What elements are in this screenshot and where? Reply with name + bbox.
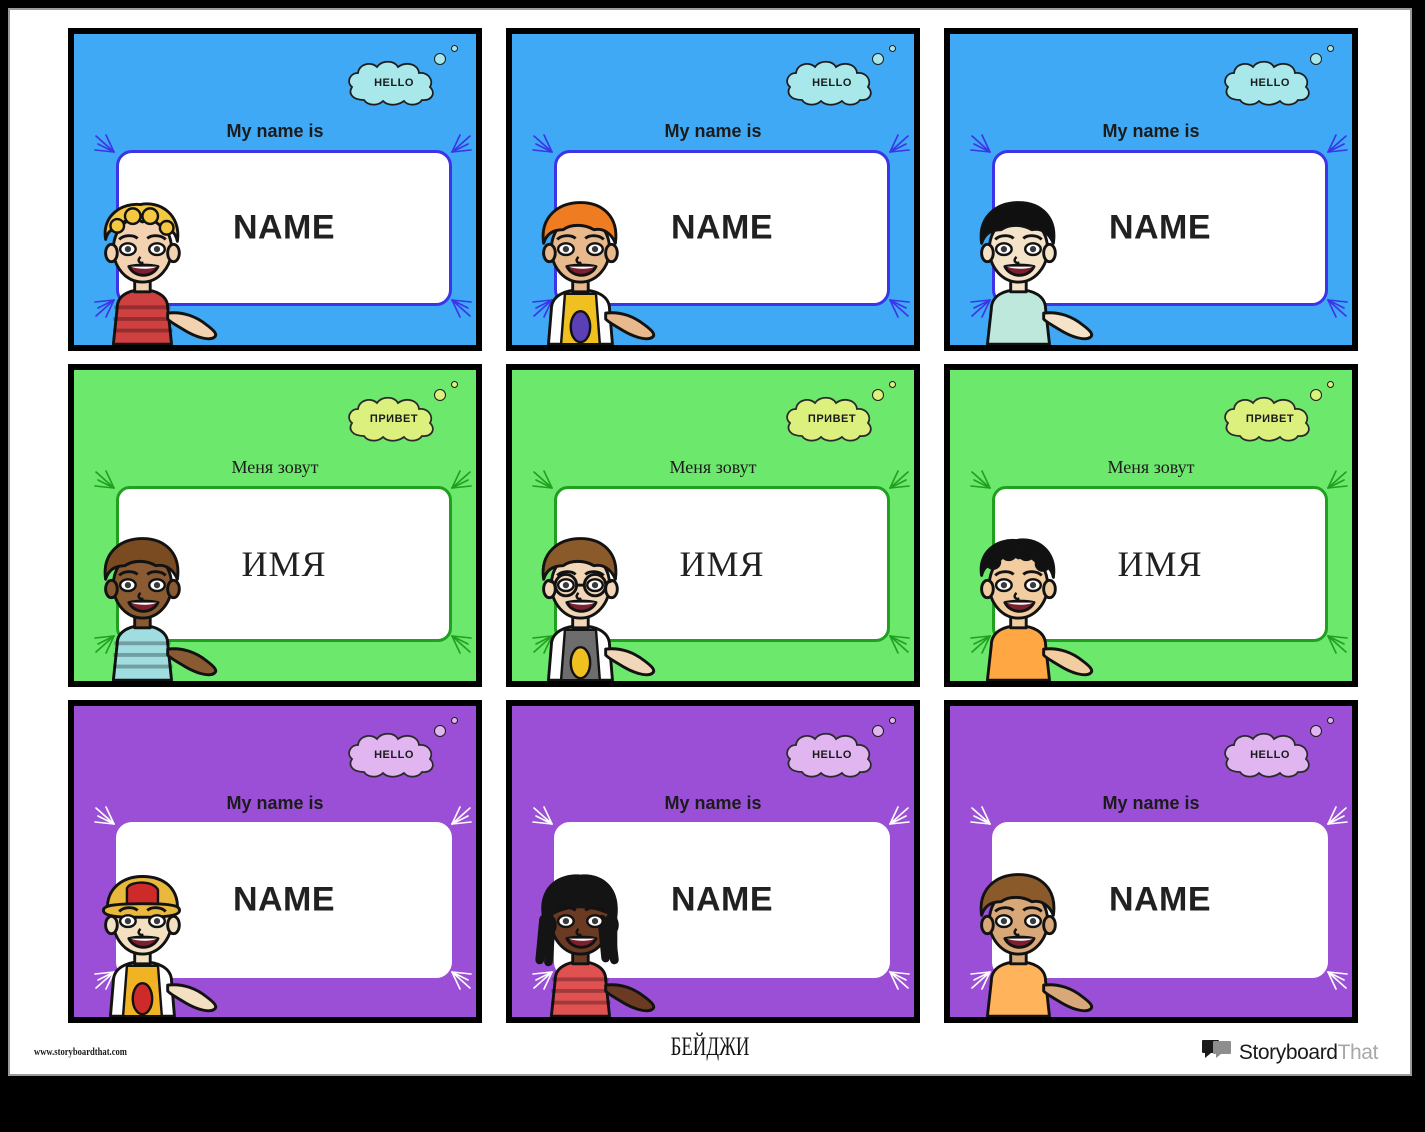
prompt-label: Меня зовут [669, 457, 757, 477]
thought-dot-small [889, 45, 896, 52]
blond-curly-boy-avatar [82, 189, 232, 345]
thought-dot-small [1327, 45, 1334, 52]
greeting-text: HELLO [374, 77, 414, 89]
name-badge-card[interactable]: ПРИВЕТ Меня зовут ИМЯ [944, 364, 1358, 687]
thought-bubble: ПРИВЕТ [1220, 380, 1336, 452]
greeting-text: HELLO [1250, 749, 1290, 761]
prompt-label: My name is [1102, 793, 1200, 813]
thought-bubble: HELLO [344, 44, 460, 116]
greeting-text: HELLO [812, 77, 852, 89]
thought-dot-small [889, 381, 896, 388]
thought-bubble: HELLO [782, 716, 898, 788]
brown-hair-boy-avatar [958, 861, 1108, 1017]
greeting-text: ПРИВЕТ [369, 413, 419, 425]
thought-bubble: HELLO [1220, 716, 1336, 788]
name-badge-card[interactable]: HELLO My name is NAME [68, 700, 482, 1023]
prompt-label: My name is [226, 793, 324, 813]
prompt-label: My name is [664, 121, 762, 141]
prompt-label: My name is [1102, 121, 1200, 141]
greeting-text: ПРИВЕТ [807, 413, 857, 425]
thought-dot-small [451, 717, 458, 724]
logo-wordmark: StoryboardThat [1238, 1041, 1379, 1064]
greeting-text: HELLO [374, 749, 414, 761]
thought-dot-small [451, 45, 458, 52]
name-badge-card[interactable]: ПРИВЕТ Меня зовут ИМЯ [68, 364, 482, 687]
worksheet-page: HELLO My name is NAME HELLO My name is NAME HE… [8, 8, 1412, 1076]
thought-bubble: ПРИВЕТ [344, 380, 460, 452]
logo-text-storyboard: Storyboard [1238, 1041, 1338, 1064]
cap-boy-jersey-avatar [82, 861, 232, 1017]
site-url-text: www.storyboardthat.com [34, 1046, 127, 1058]
glasses-boy-jersey-avatar [520, 525, 670, 681]
dreadlocks-girl-avatar [520, 861, 670, 1017]
name-badge-card[interactable]: HELLO My name is NAME [68, 28, 482, 351]
curly-black-hair-boy-avatar [958, 525, 1108, 681]
name-badge-card[interactable]: HELLO My name is NAME [944, 28, 1358, 351]
thought-bubble: ПРИВЕТ [782, 380, 898, 452]
thought-dot-small [1327, 381, 1334, 388]
black-hair-boy-avatar [958, 189, 1108, 345]
logo-text-that: That [1337, 1041, 1379, 1064]
thought-bubble: HELLO [344, 716, 460, 788]
worksheet-title: БЕЙДЖИ [670, 1032, 750, 1061]
thought-bubble: HELLO [1220, 44, 1336, 116]
page-footer: www.storyboardthat.com БЕЙДЖИ Storyboard… [10, 1028, 1410, 1074]
greeting-text: ПРИВЕТ [1245, 413, 1295, 425]
name-badge-card[interactable]: HELLO My name is NAME [944, 700, 1358, 1023]
thought-dot-small [1327, 717, 1334, 724]
brown-skin-boy-striped-avatar [82, 525, 232, 681]
prompt-label: Меня зовут [1107, 457, 1195, 477]
name-badge-card[interactable]: HELLO My name is NAME [506, 28, 920, 351]
greeting-text: HELLO [812, 749, 852, 761]
thought-dot-small [889, 717, 896, 724]
greeting-text: HELLO [1250, 77, 1290, 89]
prompt-label: My name is [664, 793, 762, 813]
storyboardthat-logo[interactable]: StoryboardThat [1201, 1038, 1379, 1067]
badge-card-grid: HELLO My name is NAME HELLO My name is NAME HE… [68, 28, 1360, 1028]
name-badge-card[interactable]: ПРИВЕТ Меня зовут ИМЯ [506, 364, 920, 687]
thought-bubble: HELLO [782, 44, 898, 116]
prompt-label: Меня зовут [231, 457, 319, 477]
speech-bubbles-icon [1201, 1038, 1232, 1067]
prompt-label: My name is [226, 121, 324, 141]
thought-dot-small [451, 381, 458, 388]
name-badge-card[interactable]: HELLO My name is NAME [506, 700, 920, 1023]
orange-hair-boy-jersey-avatar [520, 189, 670, 345]
